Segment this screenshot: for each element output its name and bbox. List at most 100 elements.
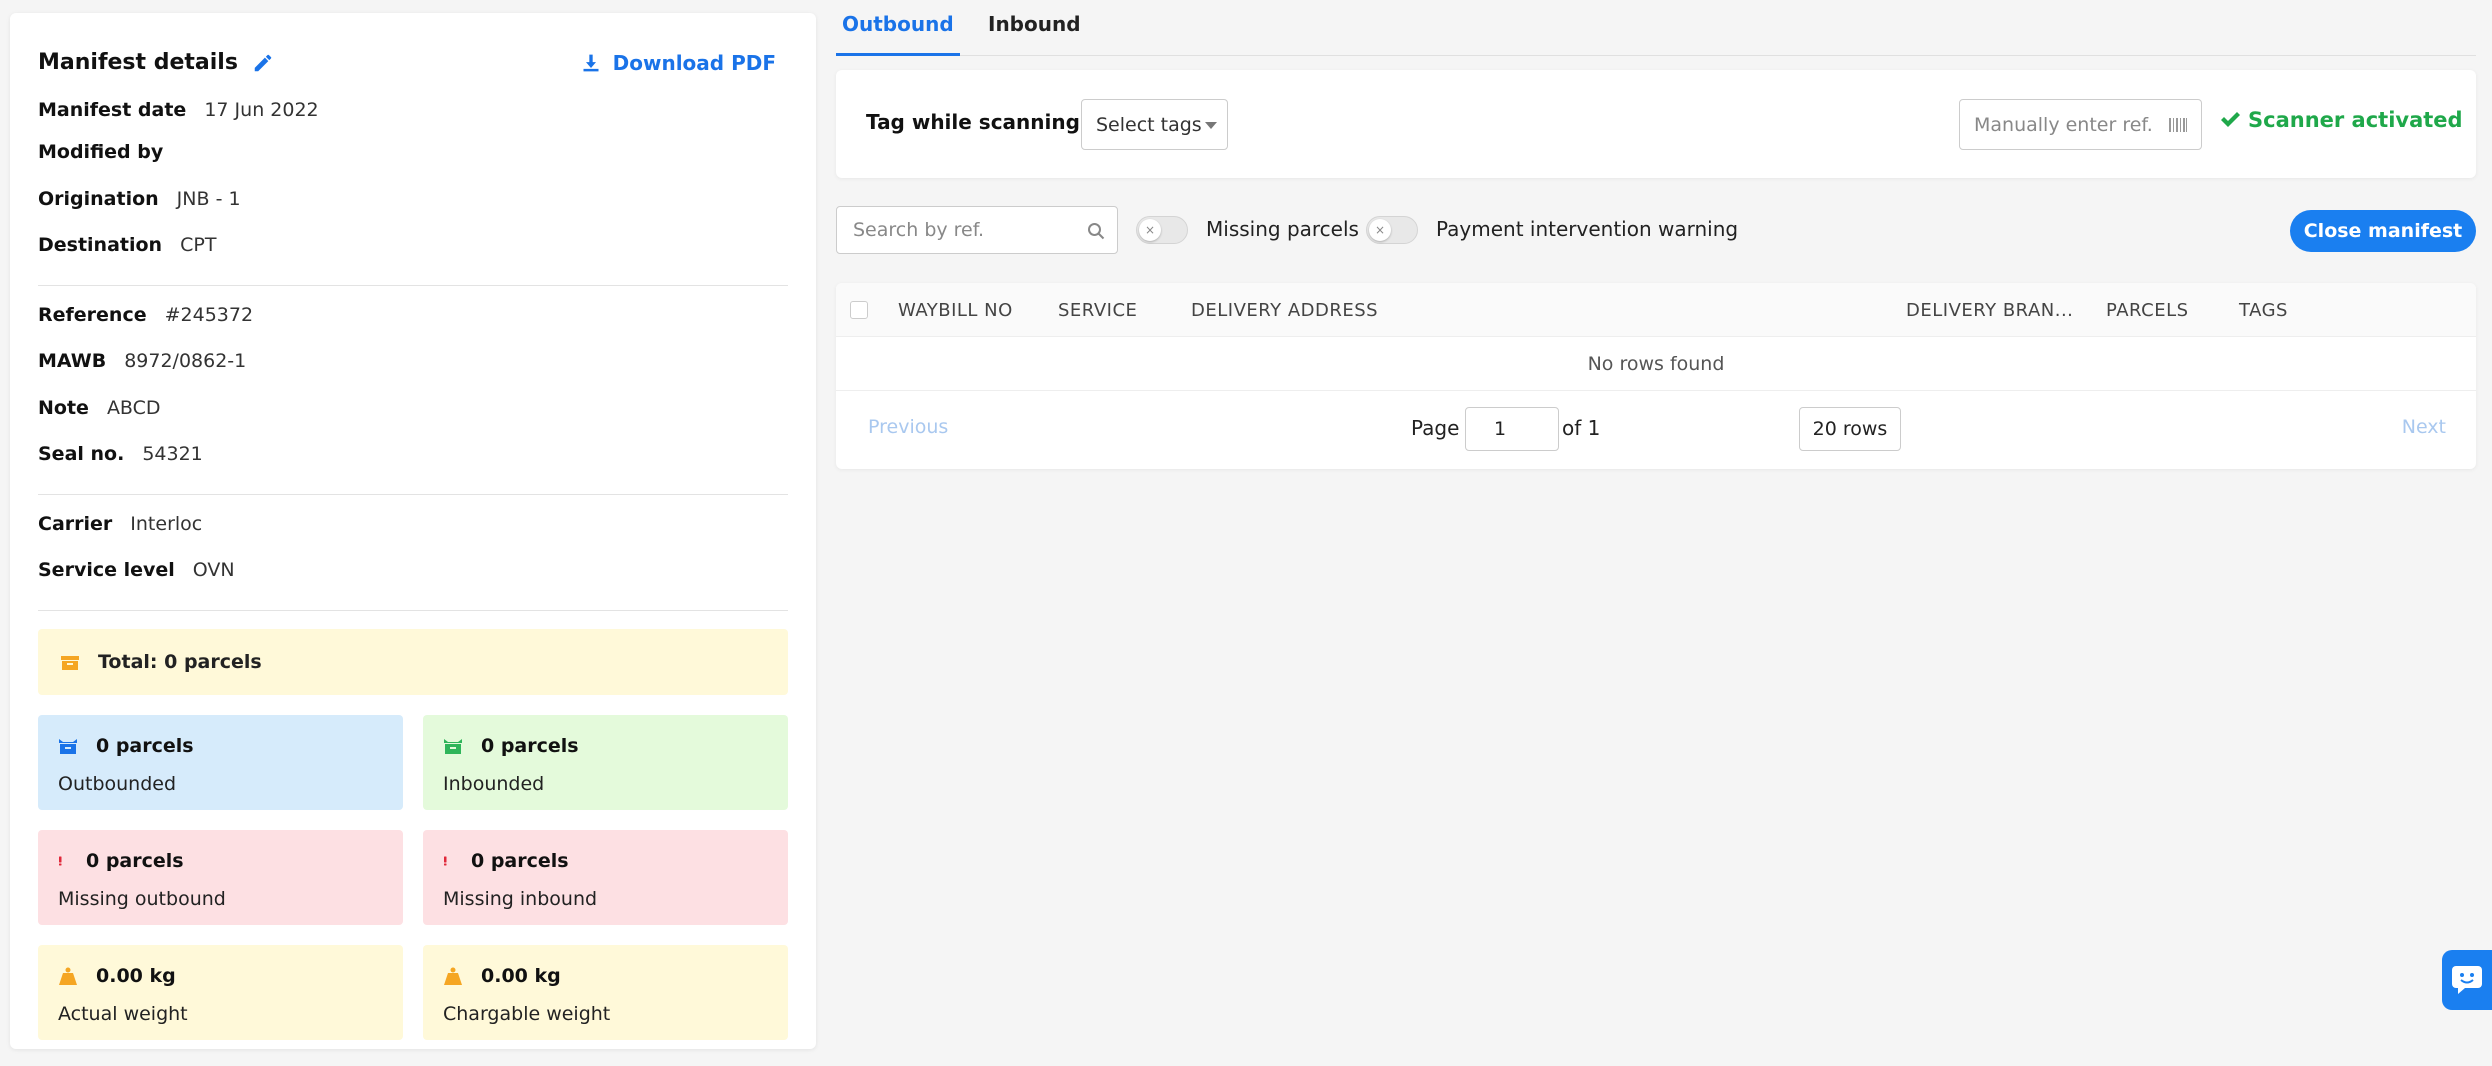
- field-value: 54321: [142, 443, 203, 465]
- caret-down-icon: [1205, 122, 1217, 129]
- barcode-icon: [2169, 118, 2187, 132]
- field-label: Seal no.: [38, 443, 125, 465]
- next-page-button[interactable]: Next: [2402, 416, 2446, 438]
- rows-per-page-select[interactable]: 20 rows: [1799, 407, 1901, 451]
- field-mawb: MAWB 8972/0862-1: [38, 350, 788, 397]
- weight-icon: [444, 967, 462, 985]
- page-number-input[interactable]: 1: [1465, 407, 1559, 451]
- tab-inbound[interactable]: Inbound: [982, 12, 1087, 56]
- tab-outbound[interactable]: Outbound: [836, 12, 960, 56]
- reference-group: Reference #245372 MAWB 8972/0862-1 Note …: [38, 304, 788, 494]
- select-all-checkbox[interactable]: [850, 301, 868, 319]
- field-note: Note ABCD: [38, 397, 788, 444]
- box-icon: [61, 655, 79, 670]
- stat-inbounded: 0 parcels Inbounded: [423, 714, 788, 810]
- stat-grid: 0 parcels Outbounded 0 parcels Inbounded: [38, 714, 788, 1040]
- chat-widget-button[interactable]: [2442, 950, 2492, 1010]
- field-value: #245372: [164, 303, 254, 326]
- stat-value: 0 parcels: [481, 734, 579, 757]
- page: Manifest details Download PDF Manifest d…: [0, 0, 2492, 1066]
- parcels-table: WAYBILL NO SERVICE DELIVERY ADDRESS DELI…: [836, 283, 2476, 469]
- close-icon: ×: [1369, 219, 1391, 241]
- total-parcels-text: Total: 0 parcels: [98, 650, 262, 673]
- stat-missing-inbound: 0 parcels Missing inbound: [423, 829, 788, 925]
- empty-state: No rows found: [836, 337, 2476, 391]
- column-tags[interactable]: TAGS: [2239, 300, 2288, 321]
- divider: [38, 609, 788, 611]
- field-label: Service level: [38, 559, 175, 581]
- manifest-details-panel: Manifest details Download PDF Manifest d…: [10, 13, 816, 1049]
- box-icon: [444, 738, 462, 754]
- scanner-status-text: Scanner activated: [2248, 108, 2463, 132]
- search-placeholder: Search by ref.: [853, 219, 985, 241]
- carrier-group: Carrier Interloc Service level OVN: [38, 513, 788, 610]
- stat-outbounded: 0 parcels Outbounded: [38, 714, 403, 810]
- download-icon: [583, 54, 599, 72]
- scanner-status: Scanner activated: [2220, 108, 2463, 132]
- divider: [38, 284, 788, 286]
- column-delivery-branch[interactable]: DELIVERY BRAN...: [1906, 300, 2073, 321]
- field-service-level: Service level OVN: [38, 559, 788, 606]
- column-waybill-no[interactable]: WAYBILL NO: [898, 300, 1013, 321]
- select-tags-text: Select tags: [1096, 113, 1202, 136]
- field-label: Modified by: [38, 141, 164, 163]
- stat-value: 0 parcels: [96, 734, 194, 757]
- field-value: ABCD: [106, 396, 161, 419]
- field-origination: Origination JNB - 1: [38, 188, 788, 235]
- stat-value: 0.00 kg: [96, 964, 176, 987]
- field-label: Reference: [38, 303, 147, 326]
- stat-label: Missing inbound: [443, 887, 598, 910]
- total-parcels-card: Total: 0 parcels: [38, 628, 788, 695]
- select-tags-dropdown[interactable]: Select tags: [1081, 99, 1228, 150]
- scan-card: Tag while scanning Select tags Manually …: [836, 70, 2476, 178]
- page-label: Page: [1411, 416, 1460, 440]
- field-reference: Reference #245372: [38, 304, 788, 351]
- close-icon: ×: [1139, 219, 1161, 241]
- field-label: Destination: [38, 234, 163, 256]
- stat-missing-outbound: 0 parcels Missing outbound: [38, 829, 403, 925]
- stat-value: 0 parcels: [86, 849, 184, 872]
- field-carrier: Carrier Interloc: [38, 513, 788, 560]
- field-value: OVN: [192, 559, 235, 581]
- pencil-icon[interactable]: [252, 52, 274, 74]
- column-delivery-address[interactable]: DELIVERY ADDRESS: [1191, 300, 1378, 321]
- stat-label: Outbounded: [58, 772, 177, 795]
- previous-page-button[interactable]: Previous: [868, 416, 948, 438]
- manual-ref-placeholder: Manually enter ref.: [1974, 113, 2153, 136]
- missing-parcels-label: Missing parcels: [1206, 217, 1359, 241]
- manual-ref-input[interactable]: Manually enter ref.: [1959, 99, 2202, 150]
- payment-warning-label: Payment intervention warning: [1436, 217, 1739, 241]
- stat-label: Inbounded: [443, 772, 545, 795]
- stat-chargable-weight: 0.00 kg Chargable weight: [423, 944, 788, 1040]
- column-service[interactable]: SERVICE: [1058, 300, 1137, 321]
- field-seal-no: Seal no. 54321: [38, 443, 788, 490]
- exclamation-icon: [59, 856, 62, 865]
- stat-value: 0 parcels: [471, 849, 569, 872]
- field-value: JNB - 1: [176, 187, 241, 210]
- field-label: Carrier: [38, 512, 113, 535]
- stat-actual-weight: 0.00 kg Actual weight: [38, 944, 403, 1040]
- field-label: Origination: [38, 187, 159, 210]
- field-value: 8972/0862-1: [124, 350, 247, 372]
- missing-parcels-toggle[interactable]: ×: [1136, 216, 1188, 244]
- field-destination: Destination CPT: [38, 234, 788, 281]
- divider: [38, 493, 788, 495]
- page-total-label: of 1: [1562, 416, 1601, 440]
- field-modified-by: Modified by: [38, 141, 788, 188]
- search-input[interactable]: Search by ref.: [836, 206, 1118, 254]
- column-parcels[interactable]: PARCELS: [2106, 300, 2189, 321]
- download-pdf-label: Download PDF: [612, 51, 776, 75]
- close-manifest-button[interactable]: Close manifest: [2290, 210, 2476, 252]
- stat-value: 0.00 kg: [481, 964, 561, 987]
- stat-label: Missing outbound: [58, 887, 226, 910]
- stat-label: Chargable weight: [443, 1002, 611, 1025]
- chat-icon: [2452, 966, 2482, 994]
- download-pdf-button[interactable]: Download PDF: [581, 51, 776, 75]
- payment-warning-toggle[interactable]: ×: [1366, 216, 1418, 244]
- manifest-header: Manifest details Download PDF: [38, 13, 788, 109]
- weight-icon: [59, 967, 77, 985]
- checkmark-icon: [2221, 112, 2240, 127]
- manifest-title: Manifest details: [38, 50, 274, 75]
- direction-tabs: Outbound Inbound: [836, 0, 2476, 56]
- field-value: Interloc: [130, 512, 203, 535]
